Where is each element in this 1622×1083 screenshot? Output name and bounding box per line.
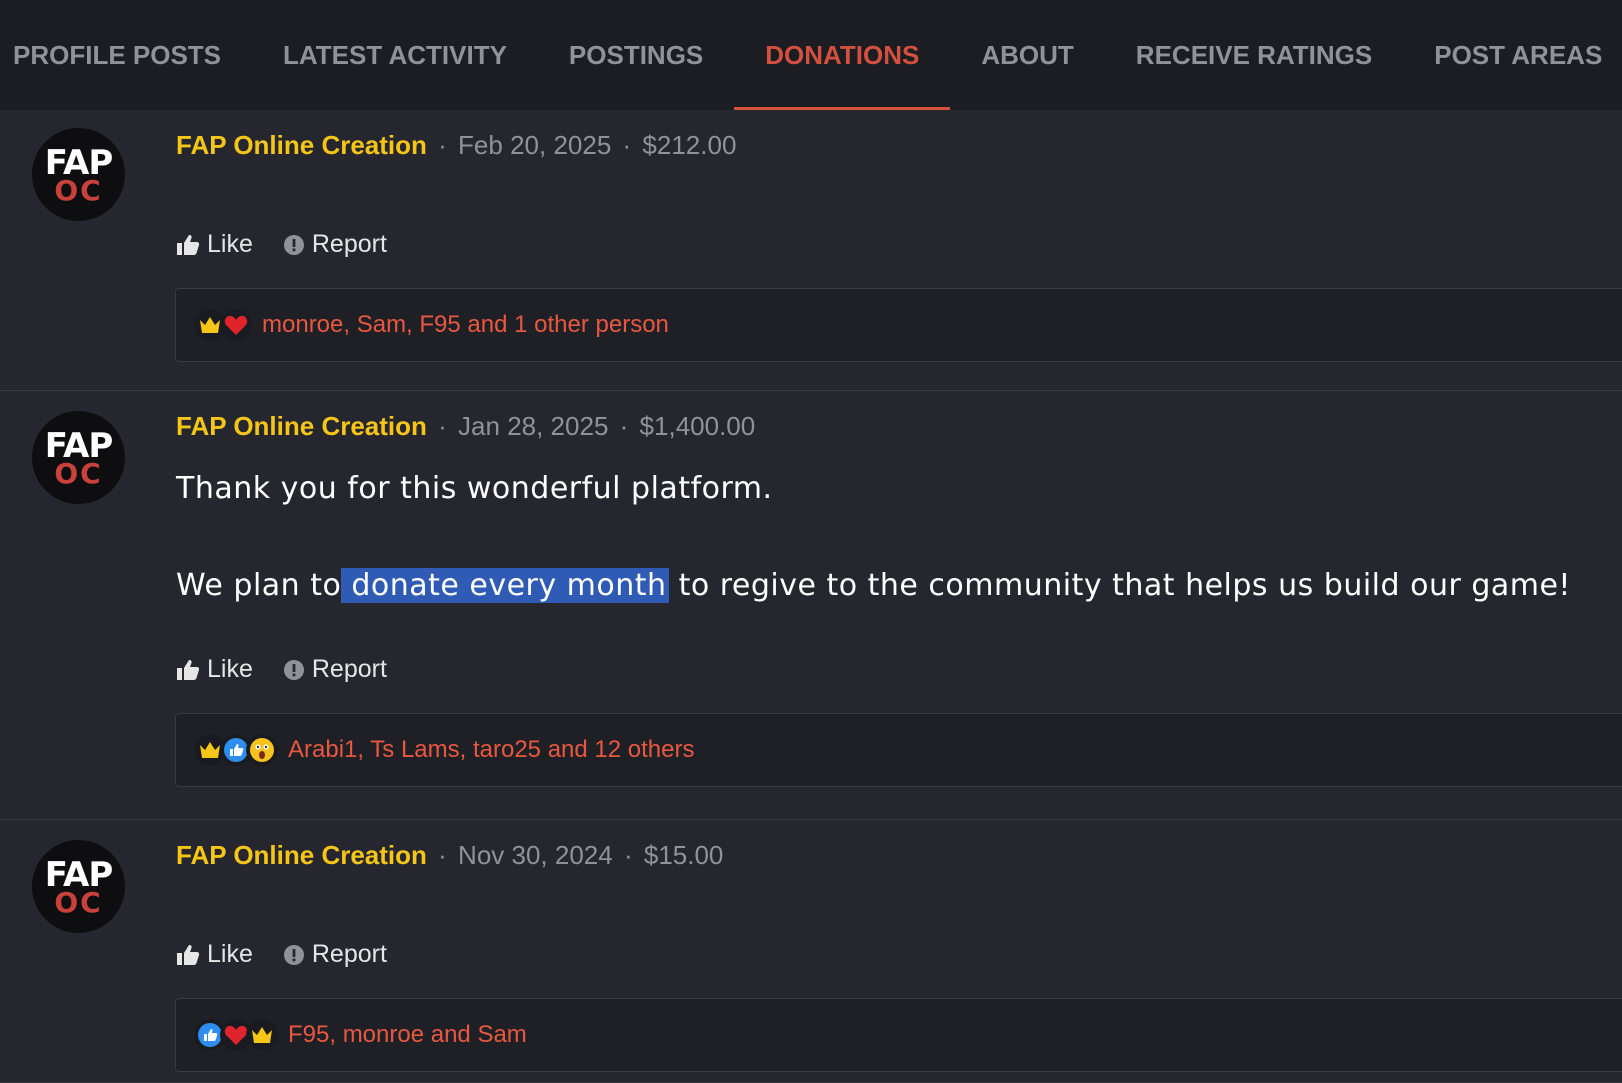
reactions-summary-link[interactable]: Arabi1, Ts Lams, taro25 and 12 others: [288, 736, 694, 764]
post-meta: FAP Online Creation · Nov 30, 2024 · $15…: [176, 840, 723, 871]
tab-profile-posts[interactable]: PROFILE POSTS: [0, 0, 252, 110]
author-link[interactable]: FAP Online Creation: [176, 411, 427, 441]
post-date[interactable]: Jan 28, 2025: [458, 411, 608, 441]
message-text: We plan to: [176, 568, 342, 603]
reaction-icons: [194, 1019, 278, 1051]
report-icon: [283, 234, 304, 255]
avatar-logo-bottom: OC: [54, 456, 103, 490]
reactions-summary-link[interactable]: monroe, Sam, F95 and 1 other person: [262, 311, 669, 339]
message-line-2: We plan to donate every month to regive t…: [176, 568, 1571, 603]
post-actions: Like Report: [176, 230, 417, 259]
tab-post-areas[interactable]: POST AREAS: [1403, 0, 1622, 110]
donation-post: FAP OC FAP Online Creation · Jan 28, 202…: [0, 391, 1622, 820]
selected-text: donate every month: [341, 568, 669, 603]
author-link[interactable]: FAP Online Creation: [176, 130, 427, 160]
thumbs-up-icon: [177, 659, 200, 680]
avatar[interactable]: FAP OC: [32, 840, 125, 933]
report-icon: [283, 659, 304, 680]
avatar[interactable]: FAP OC: [32, 411, 125, 504]
separator: ·: [438, 840, 447, 870]
like-button[interactable]: Like: [176, 230, 253, 259]
heart-icon: [220, 309, 252, 341]
report-label: Report: [311, 655, 387, 683]
post-meta: FAP Online Creation · Feb 20, 2025 · $21…: [176, 130, 736, 161]
avatar[interactable]: FAP OC: [32, 128, 125, 221]
avatar-logo-bottom: OC: [54, 885, 103, 919]
author-link[interactable]: FAP Online Creation: [176, 840, 427, 870]
tab-receive-ratings[interactable]: RECEIVE RATINGS: [1105, 0, 1403, 110]
post-actions: Like Report: [176, 940, 417, 969]
report-button[interactable]: Report: [283, 655, 387, 684]
donation-amount: $212.00: [642, 130, 737, 160]
like-button[interactable]: Like: [176, 655, 253, 684]
donation-amount: $15.00: [643, 840, 724, 870]
like-button[interactable]: Like: [176, 940, 253, 969]
like-label: Like: [207, 940, 253, 968]
avatar-logo-bottom: OC: [54, 173, 103, 207]
tab-latest-activity[interactable]: LATEST ACTIVITY: [252, 0, 538, 110]
donation-post: FAP OC FAP Online Creation · Feb 20, 202…: [0, 110, 1622, 391]
separator: ·: [438, 411, 447, 441]
message-line-1: Thank you for this wonderful platform.: [176, 471, 773, 506]
tab-postings[interactable]: POSTINGS: [538, 0, 734, 110]
shocked-face-icon: [246, 734, 278, 766]
donation-amount: $1,400.00: [639, 411, 756, 441]
report-icon: [283, 944, 304, 965]
tab-about[interactable]: ABOUT: [950, 0, 1104, 110]
donation-post: FAP OC FAP Online Creation · Nov 30, 202…: [0, 820, 1622, 1083]
reactions-bar: F95, monroe and Sam: [175, 998, 1622, 1072]
crown-icon: [246, 1019, 278, 1051]
reaction-icons: [194, 734, 278, 766]
thumbs-up-icon: [177, 234, 200, 255]
separator: ·: [622, 130, 632, 160]
profile-tabs: PROFILE POSTS LATEST ACTIVITY POSTINGS D…: [0, 0, 1622, 110]
tab-donations[interactable]: DONATIONS: [734, 0, 951, 110]
report-button[interactable]: Report: [283, 230, 387, 259]
separator: ·: [438, 130, 447, 160]
reactions-bar: monroe, Sam, F95 and 1 other person: [175, 288, 1622, 362]
report-label: Report: [311, 940, 387, 968]
report-label: Report: [311, 230, 387, 258]
post-actions: Like Report: [176, 655, 417, 684]
thumbs-up-icon: [177, 944, 200, 965]
report-button[interactable]: Report: [283, 940, 387, 969]
separator: ·: [619, 411, 629, 441]
reactions-summary-link[interactable]: F95, monroe and Sam: [288, 1021, 527, 1049]
post-meta: FAP Online Creation · Jan 28, 2025 · $1,…: [176, 411, 755, 442]
like-label: Like: [207, 230, 253, 258]
message-text: to regive to the community that helps us…: [668, 568, 1571, 603]
like-label: Like: [207, 655, 253, 683]
reaction-icons: [194, 309, 252, 341]
post-date[interactable]: Feb 20, 2025: [458, 130, 611, 160]
reactions-bar: Arabi1, Ts Lams, taro25 and 12 others: [175, 713, 1622, 787]
post-date[interactable]: Nov 30, 2024: [458, 840, 613, 870]
separator: ·: [623, 840, 633, 870]
